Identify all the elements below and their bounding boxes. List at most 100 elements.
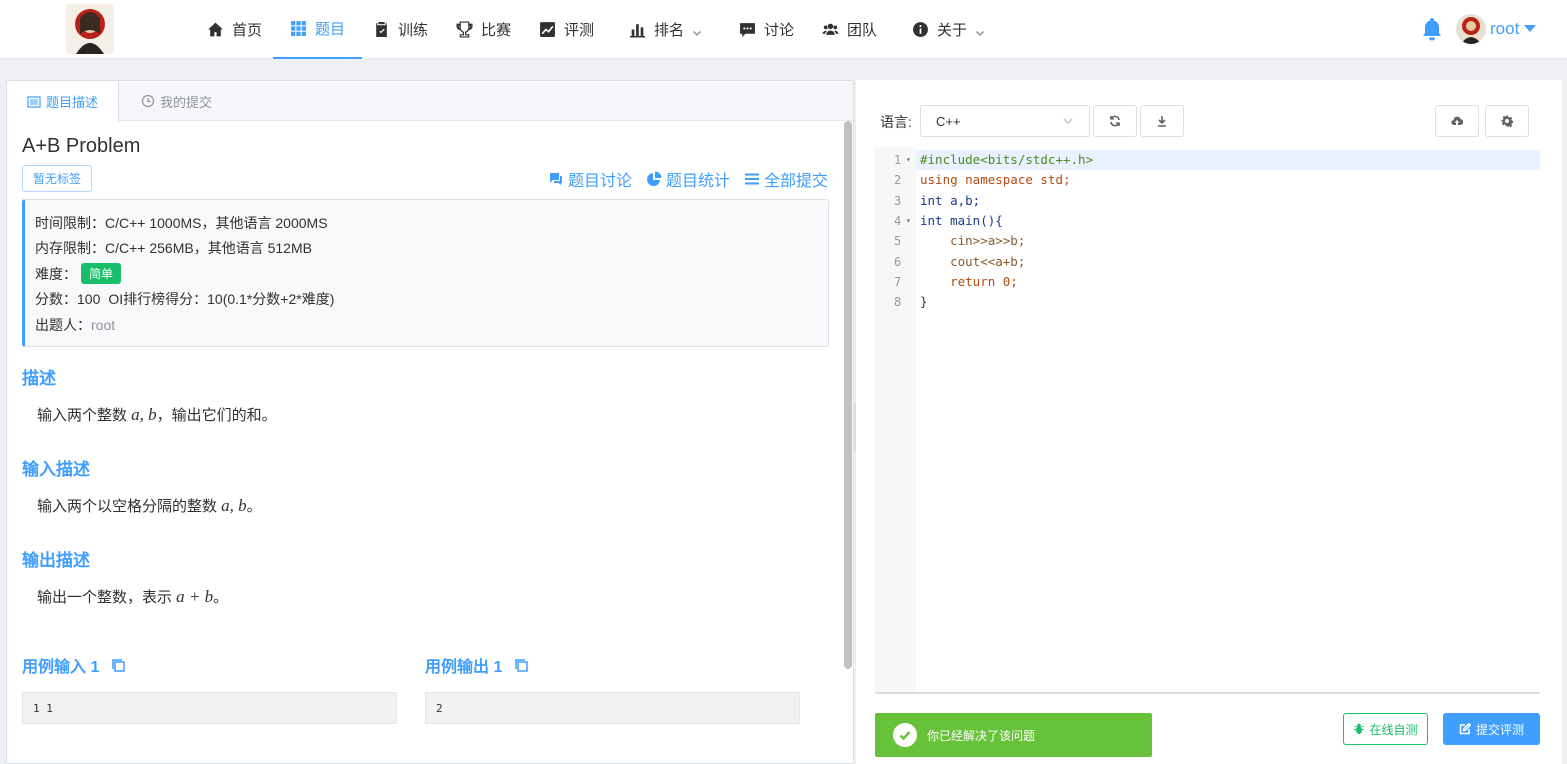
problem-tabs: 题目描述 我的提交	[7, 81, 853, 122]
avatar[interactable]	[1456, 14, 1486, 44]
home-icon	[208, 22, 223, 37]
sample-input-title: 用例输入 1	[22, 653, 126, 677]
language-select[interactable]: C++	[920, 105, 1090, 137]
time-limit: 时间限制： C/C++ 1000MS，其他语言 2000MS	[35, 214, 328, 231]
reset-code-button[interactable]	[1093, 105, 1137, 137]
description-body: 输入两个整数 a, b，输出它们的和。	[37, 405, 277, 424]
clock-icon	[141, 94, 155, 108]
difficulty: 难度： 简单	[35, 261, 818, 287]
scrollbar[interactable]	[844, 121, 852, 669]
fold-arrow-icon: ▾	[906, 215, 911, 225]
site-logo[interactable]	[66, 4, 114, 54]
tags-button[interactable]: 暂无标签	[22, 165, 93, 192]
code-line: using namespace std;	[920, 172, 1071, 188]
top-navbar: 首页 题目 训练 比赛 评测 排名 讨论 团队 关于 root	[0, 0, 1567, 59]
cloud-upload-icon	[1451, 116, 1463, 126]
download-code-button[interactable]	[1140, 105, 1184, 137]
copy-icon[interactable]	[111, 658, 126, 673]
settings-button[interactable]	[1485, 105, 1529, 137]
line-number: 8	[894, 295, 902, 310]
trophy-icon	[456, 21, 473, 38]
output-title: 输出描述	[22, 551, 90, 570]
code-area[interactable]: #include<bits/stdc++.h> using namespace …	[916, 147, 1540, 692]
nav-judge[interactable]: 评测	[539, 0, 594, 59]
line-number: 3	[894, 193, 902, 208]
input-title: 输入描述	[22, 460, 90, 479]
tab-description[interactable]: 题目描述	[7, 81, 120, 122]
score: 分数： 100 OI排行榜得分： 10(0.1*分数+2*难度)	[35, 291, 335, 308]
line-number: 2	[894, 173, 902, 188]
info-icon	[913, 22, 928, 37]
code-line: int a,b;	[920, 192, 981, 208]
users-icon	[822, 23, 839, 35]
pie-chart-icon	[646, 171, 662, 186]
solved-alert: 你已经解决了该问题	[875, 713, 1152, 757]
clipboard-icon	[376, 22, 387, 37]
sample-input-box: 1 1	[22, 692, 397, 724]
problem-links: 题目讨论 题目统计 全部提交	[548, 167, 828, 191]
nav-contest[interactable]: 比赛	[456, 0, 511, 59]
chat-icon	[740, 23, 755, 37]
line-number: 6	[894, 254, 902, 269]
online-test-button[interactable]: 在线自测	[1343, 713, 1428, 745]
fold-arrow-icon: ▾	[906, 155, 911, 164]
grid-icon	[291, 21, 306, 36]
gear-icon	[1501, 115, 1513, 127]
code-line: }	[920, 294, 928, 310]
edit-icon	[1459, 723, 1471, 735]
download-icon	[1158, 116, 1166, 127]
nav-home[interactable]: 首页	[207, 0, 262, 59]
code-line: return 0;	[920, 273, 1018, 289]
sample-output-box: 2	[425, 692, 800, 724]
chevron-down-icon	[975, 25, 985, 36]
nav-problems[interactable]: 题目	[273, 0, 363, 59]
difficulty-badge: 简单	[81, 263, 122, 285]
code-line: #include<bits/stdc++.h>	[916, 150, 1540, 171]
line-number-gutter: 1 ▾ 2 3 4 ▾ 5 6 7 8	[875, 147, 916, 692]
code-line: cin>>a>>b;	[920, 233, 1026, 249]
editor-panel: 语言: C++ 1 ▾ 2 3 4 ▾ 5 6 7 8 #include<bits/…	[856, 80, 1562, 764]
sample-output-title: 用例输出 1	[425, 653, 529, 677]
tab-my-submissions[interactable]: 我的提交	[121, 81, 232, 121]
stats-link[interactable]: 题目统计	[646, 167, 730, 191]
language-label: 语言:	[880, 114, 912, 130]
all-submissions-link[interactable]: 全部提交	[744, 167, 828, 191]
discuss-link[interactable]: 题目讨论	[548, 167, 632, 191]
output-body: 输出一个整数，表示 a + b。	[37, 587, 229, 606]
line-number: 4 ▾	[875, 211, 916, 231]
copy-icon[interactable]	[514, 658, 529, 673]
line-number: 1 ▾	[875, 150, 916, 170]
nav-discussion[interactable]: 讨论	[739, 0, 794, 59]
user-name[interactable]: root	[1490, 19, 1519, 39]
problem-info: 时间限制： C/C++ 1000MS，其他语言 2000MS 内存限制： C/C…	[22, 199, 829, 347]
check-circle-icon	[893, 723, 917, 747]
bar-chart-icon	[630, 24, 645, 38]
chevron-down-icon	[1063, 118, 1073, 125]
chart-line-icon	[540, 22, 555, 37]
line-number: 5	[894, 234, 902, 249]
line-number: 7	[894, 274, 902, 289]
code-editor[interactable]: 1 ▾ 2 3 4 ▾ 5 6 7 8 #include<bits/stdc++.h…	[875, 147, 1540, 694]
description-title: 描述	[22, 369, 56, 388]
list-icon	[27, 95, 41, 108]
caret-down-icon[interactable]	[1524, 25, 1536, 32]
nav-team[interactable]: 团队	[822, 0, 877, 59]
bars-icon	[744, 173, 759, 185]
problem-panel: 题目描述 我的提交 A+B Problem 暂无标签 题目讨论 题目统计 全部提…	[6, 80, 854, 764]
submit-button[interactable]: 提交评测	[1443, 713, 1540, 745]
problem-title: A+B Problem	[22, 135, 141, 157]
bell-icon[interactable]	[1421, 17, 1443, 41]
chevron-down-icon	[692, 25, 702, 36]
comments-icon	[549, 173, 562, 185]
bug-icon	[1354, 723, 1365, 734]
refresh-icon	[1110, 115, 1120, 127]
nav-ranking[interactable]: 排名	[629, 0, 702, 59]
memory-limit: 内存限制： C/C++ 256MB，其他语言 512MB	[35, 240, 312, 257]
upload-button[interactable]	[1435, 105, 1479, 137]
code-line: cout<<a+b;	[920, 253, 1026, 269]
nav-about[interactable]: 关于	[912, 0, 985, 59]
nav-training[interactable]: 训练	[373, 0, 428, 59]
code-line: int main(){	[920, 212, 1003, 228]
author: 出题人： root	[35, 316, 116, 333]
input-body: 输入两个以空格分隔的整数 a, b。	[37, 496, 262, 515]
